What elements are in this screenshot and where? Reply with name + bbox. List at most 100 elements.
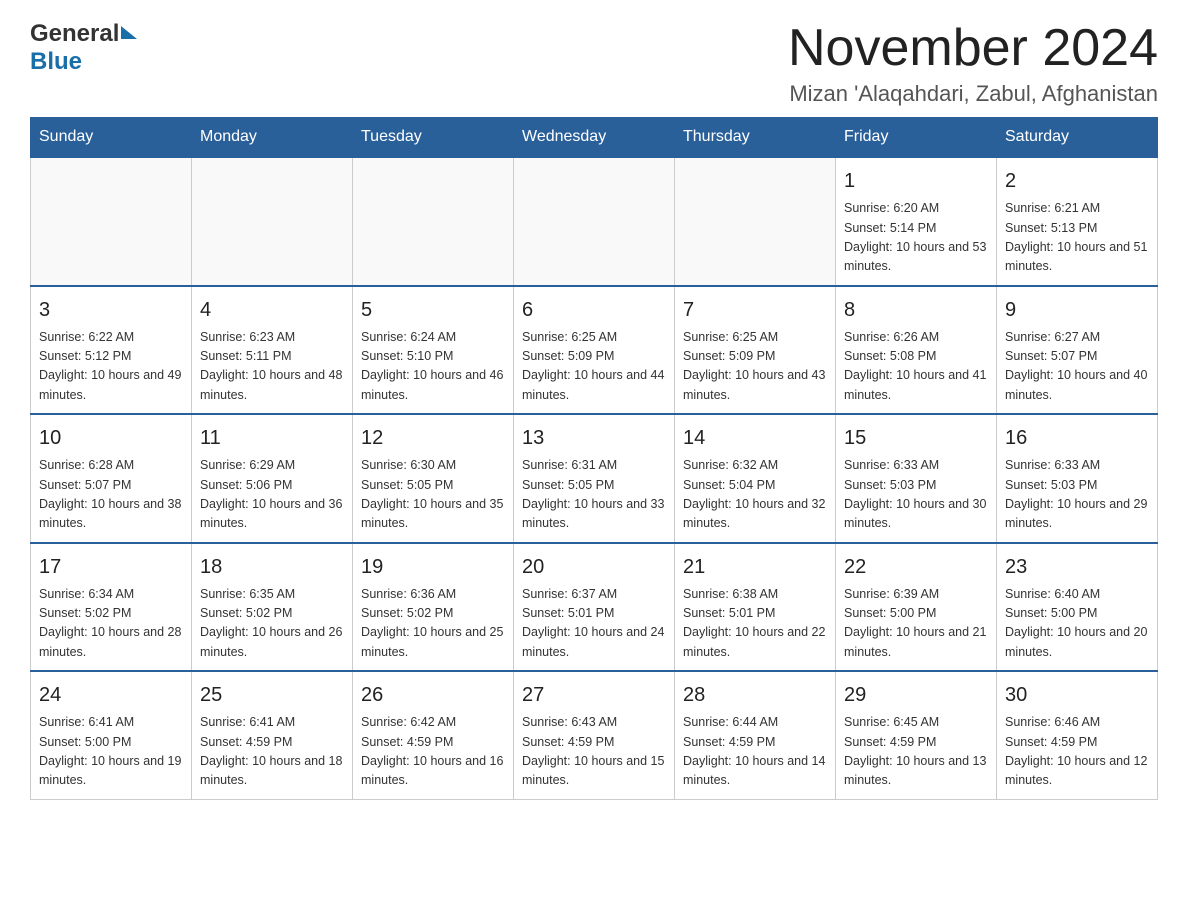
day-info: Sunrise: 6:25 AMSunset: 5:09 PMDaylight:… <box>683 328 827 406</box>
weekday-header-saturday: Saturday <box>997 118 1158 158</box>
day-number: 22 <box>844 552 988 582</box>
calendar-cell: 12Sunrise: 6:30 AMSunset: 5:05 PMDayligh… <box>353 414 514 543</box>
day-number: 27 <box>522 680 666 710</box>
day-number: 14 <box>683 423 827 453</box>
calendar-cell: 19Sunrise: 6:36 AMSunset: 5:02 PMDayligh… <box>353 543 514 672</box>
day-number: 2 <box>1005 166 1149 196</box>
calendar-table: SundayMondayTuesdayWednesdayThursdayFrid… <box>30 117 1158 800</box>
location-title: Mizan 'Alaqahdari, Zabul, Afghanistan <box>788 81 1158 107</box>
calendar-cell <box>675 157 836 286</box>
logo-arrow-icon <box>121 26 137 39</box>
day-number: 19 <box>361 552 505 582</box>
day-number: 23 <box>1005 552 1149 582</box>
day-info: Sunrise: 6:21 AMSunset: 5:13 PMDaylight:… <box>1005 199 1149 277</box>
weekday-header-friday: Friday <box>836 118 997 158</box>
calendar-cell: 13Sunrise: 6:31 AMSunset: 5:05 PMDayligh… <box>514 414 675 543</box>
calendar-week-row: 10Sunrise: 6:28 AMSunset: 5:07 PMDayligh… <box>31 414 1158 543</box>
logo-blue-text: Blue <box>30 48 82 75</box>
calendar-cell <box>514 157 675 286</box>
calendar-cell: 6Sunrise: 6:25 AMSunset: 5:09 PMDaylight… <box>514 286 675 415</box>
calendar-cell: 17Sunrise: 6:34 AMSunset: 5:02 PMDayligh… <box>31 543 192 672</box>
day-number: 3 <box>39 295 183 325</box>
calendar-cell: 22Sunrise: 6:39 AMSunset: 5:00 PMDayligh… <box>836 543 997 672</box>
calendar-cell: 18Sunrise: 6:35 AMSunset: 5:02 PMDayligh… <box>192 543 353 672</box>
calendar-cell: 1Sunrise: 6:20 AMSunset: 5:14 PMDaylight… <box>836 157 997 286</box>
day-number: 12 <box>361 423 505 453</box>
day-number: 6 <box>522 295 666 325</box>
day-info: Sunrise: 6:46 AMSunset: 4:59 PMDaylight:… <box>1005 713 1149 791</box>
day-info: Sunrise: 6:32 AMSunset: 5:04 PMDaylight:… <box>683 456 827 534</box>
day-info: Sunrise: 6:42 AMSunset: 4:59 PMDaylight:… <box>361 713 505 791</box>
calendar-cell: 15Sunrise: 6:33 AMSunset: 5:03 PMDayligh… <box>836 414 997 543</box>
calendar-cell <box>31 157 192 286</box>
calendar-cell: 24Sunrise: 6:41 AMSunset: 5:00 PMDayligh… <box>31 671 192 799</box>
day-info: Sunrise: 6:36 AMSunset: 5:02 PMDaylight:… <box>361 585 505 663</box>
day-info: Sunrise: 6:28 AMSunset: 5:07 PMDaylight:… <box>39 456 183 534</box>
calendar-header-row: SundayMondayTuesdayWednesdayThursdayFrid… <box>31 118 1158 158</box>
calendar-cell: 3Sunrise: 6:22 AMSunset: 5:12 PMDaylight… <box>31 286 192 415</box>
weekday-header-thursday: Thursday <box>675 118 836 158</box>
day-info: Sunrise: 6:33 AMSunset: 5:03 PMDaylight:… <box>1005 456 1149 534</box>
calendar-cell: 26Sunrise: 6:42 AMSunset: 4:59 PMDayligh… <box>353 671 514 799</box>
day-info: Sunrise: 6:24 AMSunset: 5:10 PMDaylight:… <box>361 328 505 406</box>
day-info: Sunrise: 6:27 AMSunset: 5:07 PMDaylight:… <box>1005 328 1149 406</box>
calendar-cell <box>192 157 353 286</box>
calendar-cell: 11Sunrise: 6:29 AMSunset: 5:06 PMDayligh… <box>192 414 353 543</box>
day-number: 18 <box>200 552 344 582</box>
day-info: Sunrise: 6:43 AMSunset: 4:59 PMDaylight:… <box>522 713 666 791</box>
day-info: Sunrise: 6:33 AMSunset: 5:03 PMDaylight:… <box>844 456 988 534</box>
month-title: November 2024 <box>788 20 1158 77</box>
day-number: 4 <box>200 295 344 325</box>
day-info: Sunrise: 6:41 AMSunset: 4:59 PMDaylight:… <box>200 713 344 791</box>
day-info: Sunrise: 6:30 AMSunset: 5:05 PMDaylight:… <box>361 456 505 534</box>
calendar-cell: 7Sunrise: 6:25 AMSunset: 5:09 PMDaylight… <box>675 286 836 415</box>
weekday-header-sunday: Sunday <box>31 118 192 158</box>
day-info: Sunrise: 6:31 AMSunset: 5:05 PMDaylight:… <box>522 456 666 534</box>
calendar-cell: 8Sunrise: 6:26 AMSunset: 5:08 PMDaylight… <box>836 286 997 415</box>
day-info: Sunrise: 6:39 AMSunset: 5:00 PMDaylight:… <box>844 585 988 663</box>
day-number: 24 <box>39 680 183 710</box>
day-info: Sunrise: 6:29 AMSunset: 5:06 PMDaylight:… <box>200 456 344 534</box>
weekday-header-tuesday: Tuesday <box>353 118 514 158</box>
calendar-cell: 9Sunrise: 6:27 AMSunset: 5:07 PMDaylight… <box>997 286 1158 415</box>
day-number: 13 <box>522 423 666 453</box>
day-number: 8 <box>844 295 988 325</box>
weekday-header-monday: Monday <box>192 118 353 158</box>
calendar-week-row: 1Sunrise: 6:20 AMSunset: 5:14 PMDaylight… <box>31 157 1158 286</box>
calendar-week-row: 3Sunrise: 6:22 AMSunset: 5:12 PMDaylight… <box>31 286 1158 415</box>
logo-general-text: General <box>30 20 119 48</box>
day-info: Sunrise: 6:23 AMSunset: 5:11 PMDaylight:… <box>200 328 344 406</box>
day-number: 9 <box>1005 295 1149 325</box>
calendar-cell: 2Sunrise: 6:21 AMSunset: 5:13 PMDaylight… <box>997 157 1158 286</box>
day-number: 21 <box>683 552 827 582</box>
calendar-cell: 29Sunrise: 6:45 AMSunset: 4:59 PMDayligh… <box>836 671 997 799</box>
calendar-cell: 16Sunrise: 6:33 AMSunset: 5:03 PMDayligh… <box>997 414 1158 543</box>
day-number: 15 <box>844 423 988 453</box>
day-number: 10 <box>39 423 183 453</box>
day-number: 26 <box>361 680 505 710</box>
calendar-cell: 25Sunrise: 6:41 AMSunset: 4:59 PMDayligh… <box>192 671 353 799</box>
calendar-cell: 20Sunrise: 6:37 AMSunset: 5:01 PMDayligh… <box>514 543 675 672</box>
day-info: Sunrise: 6:35 AMSunset: 5:02 PMDaylight:… <box>200 585 344 663</box>
weekday-header-wednesday: Wednesday <box>514 118 675 158</box>
day-number: 16 <box>1005 423 1149 453</box>
day-number: 28 <box>683 680 827 710</box>
calendar-cell: 14Sunrise: 6:32 AMSunset: 5:04 PMDayligh… <box>675 414 836 543</box>
day-number: 5 <box>361 295 505 325</box>
day-info: Sunrise: 6:25 AMSunset: 5:09 PMDaylight:… <box>522 328 666 406</box>
calendar-week-row: 24Sunrise: 6:41 AMSunset: 5:00 PMDayligh… <box>31 671 1158 799</box>
day-info: Sunrise: 6:40 AMSunset: 5:00 PMDaylight:… <box>1005 585 1149 663</box>
day-info: Sunrise: 6:34 AMSunset: 5:02 PMDaylight:… <box>39 585 183 663</box>
day-number: 17 <box>39 552 183 582</box>
day-info: Sunrise: 6:44 AMSunset: 4:59 PMDaylight:… <box>683 713 827 791</box>
day-info: Sunrise: 6:45 AMSunset: 4:59 PMDaylight:… <box>844 713 988 791</box>
day-info: Sunrise: 6:37 AMSunset: 5:01 PMDaylight:… <box>522 585 666 663</box>
day-number: 30 <box>1005 680 1149 710</box>
day-info: Sunrise: 6:22 AMSunset: 5:12 PMDaylight:… <box>39 328 183 406</box>
day-number: 1 <box>844 166 988 196</box>
calendar-cell: 30Sunrise: 6:46 AMSunset: 4:59 PMDayligh… <box>997 671 1158 799</box>
calendar-cell: 4Sunrise: 6:23 AMSunset: 5:11 PMDaylight… <box>192 286 353 415</box>
day-info: Sunrise: 6:20 AMSunset: 5:14 PMDaylight:… <box>844 199 988 277</box>
calendar-cell <box>353 157 514 286</box>
day-number: 11 <box>200 423 344 453</box>
